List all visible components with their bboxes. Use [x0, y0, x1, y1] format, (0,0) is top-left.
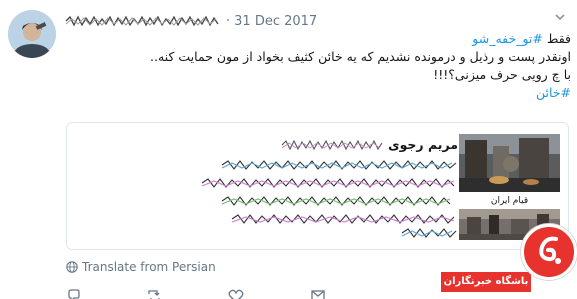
- obscured-card-description: [201, 160, 457, 238]
- translate-label[interactable]: Translate from Persian: [82, 260, 216, 274]
- card-image-street: [459, 134, 560, 192]
- translate-link[interactable]: Translate from Persian: [66, 260, 216, 274]
- hashtag-link[interactable]: #خائن: [536, 85, 571, 100]
- watermark-emblem-icon: [539, 236, 561, 264]
- tweet-line: اونقدر پست و رذیل و درمونده نشدیم که یه …: [150, 49, 571, 64]
- obscured-username[interactable]: [64, 15, 222, 27]
- watermark-emblem: [521, 224, 577, 280]
- card-image-caption: قیام ایران: [459, 192, 560, 210]
- retweet-icon[interactable]: [146, 288, 162, 299]
- tweet-line-prefix: فقط: [542, 31, 571, 46]
- tweet-date[interactable]: 31 Dec 2017: [234, 14, 317, 29]
- tweet-actions: [66, 288, 366, 299]
- tweet-line: با چ رویی حرف میزنی؟!!!: [433, 67, 571, 82]
- tweet-text: فقط #تو_خفه_شو اونقدر پست و رذیل و درمون…: [64, 30, 571, 102]
- tweet-line: #خائن: [64, 84, 571, 102]
- hashtag-link[interactable]: #تو_خفه_شو: [472, 31, 543, 46]
- message-icon[interactable]: [310, 288, 326, 299]
- avatar[interactable]: [8, 10, 56, 58]
- card-text: مریم رجوی: [77, 123, 458, 249]
- card-title-text: مریم رجوی: [388, 137, 458, 152]
- chevron-down-icon[interactable]: [553, 10, 567, 24]
- obscured-card-handle: [281, 139, 383, 150]
- globe-icon: [66, 261, 78, 273]
- reply-icon[interactable]: [66, 288, 82, 299]
- watermark-logo: باشگاه خبرنگاران: [441, 222, 577, 299]
- tweet-line: فقط #تو_خفه_شو: [64, 30, 571, 48]
- tweet-header: · 31 Dec 2017: [64, 12, 317, 30]
- watermark-label: باشگاه خبرنگاران: [441, 272, 531, 292]
- like-icon[interactable]: [228, 288, 244, 299]
- header-separator: ·: [226, 13, 231, 29]
- card-title: مریم رجوی: [280, 137, 458, 152]
